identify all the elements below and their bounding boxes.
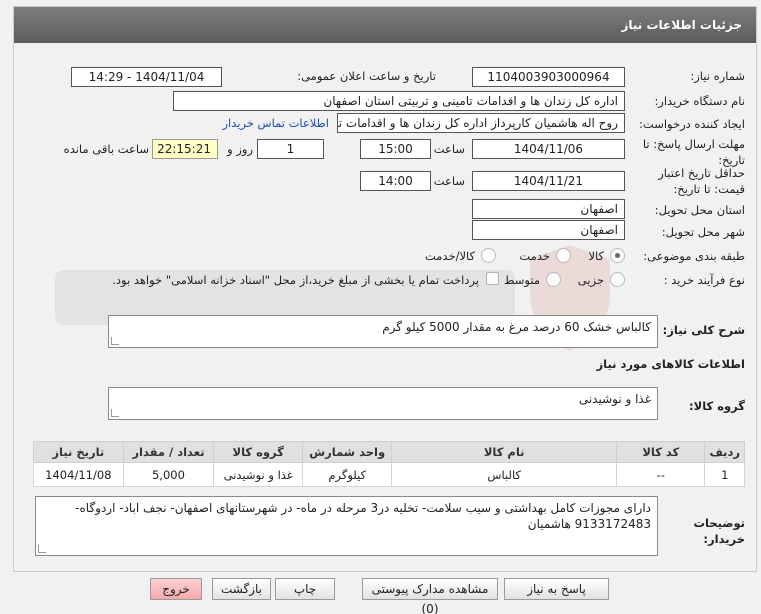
send-deadline-label: مهلت ارسال پاسخ: تا تاریخ: — [642, 137, 745, 167]
goods-group-textarea[interactable]: غذا و نوشیدنی — [108, 387, 658, 420]
category-radio-goods-service[interactable] — [481, 248, 496, 263]
resize-grip-icon[interactable] — [38, 545, 46, 553]
reply-button[interactable]: پاسخ به نیاز — [504, 578, 609, 600]
remaining-time-field: 22:15:21 — [152, 139, 218, 159]
col-code-header: کد کالا — [616, 441, 706, 463]
cell-date: 1404/11/08 — [33, 462, 124, 487]
send-deadline-time-field: 15:00 — [360, 139, 431, 159]
buyer-notes-textarea[interactable]: دارای مجوزات کامل بهداشتی و سیب سلامت- ت… — [35, 496, 658, 556]
col-row-header: ردیف — [704, 441, 745, 463]
city-label: شهر محل تحویل: — [661, 225, 745, 239]
print-button[interactable]: چاپ — [275, 578, 335, 600]
col-quantity-header: تعداد / مقدار — [122, 441, 215, 463]
need-number-field: 1104003903000964 — [472, 67, 625, 87]
col-date-header: تاریخ نیاز — [33, 441, 124, 463]
price-validity-date-field: 1404/11/21 — [472, 171, 625, 191]
cell-quantity: 5,000 — [122, 462, 215, 487]
send-deadline-time-label: ساعت — [433, 142, 465, 156]
exit-button[interactable]: خروج — [150, 578, 202, 600]
buyer-notes-label: توضیحات خریدار: — [693, 516, 746, 546]
price-validity-time-field: 14:00 — [360, 171, 431, 191]
process-label: نوع فرآیند خرید : — [663, 273, 745, 287]
category-option-service: خدمت — [519, 249, 550, 263]
description-text: کالباس خشک 60 درصد مرغ به مقدار 5000 کیل… — [382, 320, 651, 334]
city-field: اصفهان — [472, 220, 625, 240]
category-radio-service[interactable] — [556, 248, 571, 263]
process-option-minor: جزیی — [577, 273, 604, 287]
cell-code: -- — [616, 462, 706, 487]
process-option-medium: متوسط — [503, 273, 540, 287]
table-row[interactable]: 1 -- کالباس کیلوگرم غذا و نوشیدنی 5,000 … — [33, 462, 745, 487]
category-radio-goods[interactable] — [610, 248, 625, 263]
remaining-days-field: 1 — [257, 139, 324, 159]
goods-table: ردیف کد کالا نام کالا واحد شمارش گروه کا… — [33, 441, 745, 487]
province-label: استان محل تحویل: — [654, 203, 745, 217]
buyer-contact-link[interactable]: اطلاعات تماس خریدار — [222, 116, 329, 130]
cell-group: غذا و نوشیدنی — [213, 462, 304, 487]
requester-label: ایجاد کننده درخواست: — [639, 117, 745, 131]
description-textarea[interactable]: کالباس خشک 60 درصد مرغ به مقدار 5000 کیل… — [108, 315, 658, 348]
remaining-time-label: ساعت باقی مانده — [63, 142, 149, 156]
day-and-label: روز و — [227, 142, 253, 156]
goods-group-label: گروه کالا: — [689, 399, 745, 413]
col-group-header: گروه کالا — [213, 441, 304, 463]
goods-section-title: اطلاعات کالاهای مورد نیاز — [596, 357, 745, 371]
page: جزئیات اطلاعات نیاز شماره نیاز: 11040039… — [0, 0, 761, 614]
back-button[interactable]: بازگشت — [212, 578, 271, 600]
goods-table-header-row: ردیف کد کالا نام کالا واحد شمارش گروه کا… — [33, 441, 745, 463]
buyer-org-label: نام دستگاه خریدار: — [654, 94, 745, 108]
col-unit-header: واحد شمارش — [302, 441, 393, 463]
category-option-goods-service: کالا/خدمت — [424, 249, 475, 263]
requester-field: روح اله هاشمیان کارپرداز اداره کل زندان … — [337, 113, 625, 133]
category-option-goods: کالا — [588, 249, 604, 263]
need-number-label: شماره نیاز: — [690, 69, 745, 83]
province-field: اصفهان — [472, 199, 625, 219]
buyer-notes-text: دارای مجوزات کامل بهداشتی و سیب سلامت- ت… — [75, 501, 651, 532]
announce-date-label: تاریخ و ساعت اعلان عمومی: — [297, 69, 436, 83]
process-radio-medium[interactable] — [546, 272, 561, 287]
resize-grip-icon[interactable] — [111, 337, 119, 345]
description-label: شرح کلی نیاز: — [662, 323, 745, 337]
treasury-payment-note: پرداخت تمام یا بخشی از مبلغ خرید،از محل … — [112, 273, 479, 287]
price-validity-time-label: ساعت — [433, 174, 465, 188]
cell-name: کالباس — [391, 462, 618, 487]
panel-title: جزئیات اطلاعات نیاز — [14, 7, 756, 43]
process-radio-minor[interactable] — [610, 272, 625, 287]
cell-row: 1 — [704, 462, 745, 487]
resize-grip-icon[interactable] — [111, 409, 119, 417]
goods-group-text: غذا و نوشیدنی — [578, 392, 651, 406]
attachments-button[interactable]: مشاهده مدارک پیوستی (0) — [362, 578, 498, 614]
category-label: طبقه بندی موضوعی: — [643, 249, 745, 263]
treasury-payment-checkbox[interactable] — [486, 272, 499, 285]
announce-date-field: 1404/11/04 - 14:29 — [71, 67, 222, 87]
price-validity-label: حداقل تاریخ اعتبار قیمت: تا تاریخ: — [658, 166, 745, 196]
col-name-header: نام کالا — [391, 441, 618, 463]
buyer-org-field: اداره کل زندان ها و اقدامات تامینی و ترب… — [173, 91, 625, 111]
send-deadline-date-field: 1404/11/06 — [472, 139, 625, 159]
cell-unit: کیلوگرم — [302, 462, 393, 487]
